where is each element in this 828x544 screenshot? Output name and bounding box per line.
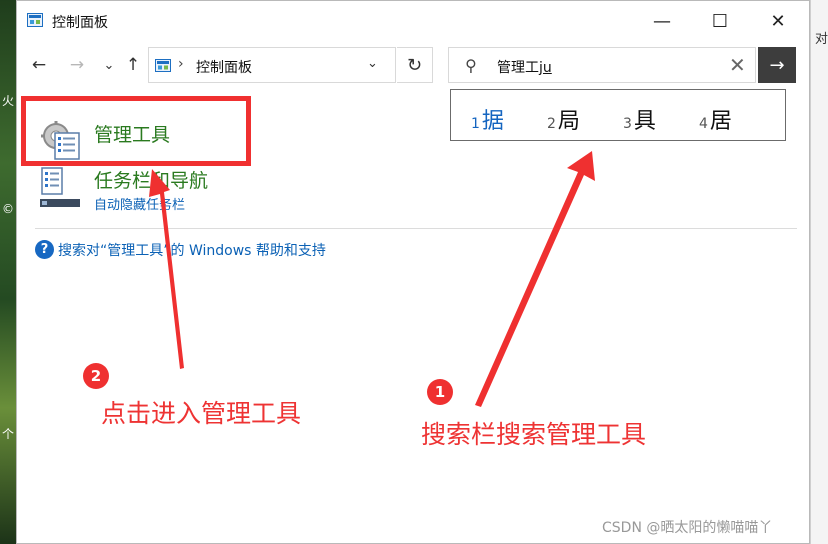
breadcrumb-chevron-icon[interactable]: › — [178, 56, 184, 72]
ime-candidate-text: 居 — [709, 109, 732, 134]
watermark: CSDN @晒太阳的懒喵喵丫 — [602, 520, 773, 536]
ime-candidate-number: 4 — [699, 116, 708, 132]
ime-candidate-text: 局 — [557, 109, 580, 134]
ime-candidate[interactable]: 2局 — [547, 103, 580, 135]
annotation-step1-text: 搜索栏搜索管理工具 — [421, 420, 647, 449]
control-panel-icon — [155, 59, 171, 72]
help-icon: ? — [35, 240, 54, 259]
address-bar[interactable]: › 控制面板 ⌄ — [148, 47, 396, 83]
recent-locations-button[interactable]: ⌄ — [97, 53, 121, 77]
search-box[interactable]: ⚲ 管理工ju ✕ — [448, 47, 756, 83]
control-panel-window: 控制面板 — ☐ ✕ ← → ⌄ ↑ › 控制面板 ⌄ ↻ ⚲ 管理工ju ✕ … — [16, 0, 810, 544]
annotation-arrow-step1 — [475, 151, 595, 407]
window-title: 控制面板 — [52, 15, 108, 31]
clear-search-button[interactable]: ✕ — [729, 53, 746, 77]
annotation-step2-text: 点击进入管理工具 — [101, 399, 302, 428]
search-query-text: 管理工 — [497, 60, 539, 76]
ime-candidate-number: 2 — [547, 116, 556, 132]
ime-candidate[interactable]: 4居 — [699, 103, 732, 135]
result-administrative-tools-link[interactable]: 管理工具 — [94, 120, 170, 147]
background-window-text: 对 — [815, 32, 828, 47]
search-go-button[interactable]: → — [758, 47, 796, 83]
ime-candidate-number: 1 — [471, 116, 480, 132]
result-auto-hide-taskbar-link[interactable]: 自动隐藏任务栏 — [94, 194, 185, 213]
ime-candidate[interactable]: 1据 — [471, 103, 504, 135]
taskbar-navigation-icon[interactable] — [39, 167, 81, 209]
annotation-step2-badge: 2 — [83, 363, 109, 389]
close-button[interactable]: ✕ — [755, 1, 801, 41]
forward-button[interactable]: → — [65, 53, 89, 77]
ime-candidate-number: 3 — [623, 116, 632, 132]
ime-candidate-window: 1据 2局 3具 4居 — [450, 89, 786, 141]
breadcrumb-control-panel[interactable]: 控制面板 — [196, 57, 252, 77]
ime-candidate-text: 据 — [481, 109, 504, 134]
result-taskbar-navigation-link[interactable]: 任务栏和导航 — [94, 166, 208, 193]
refresh-button[interactable]: ↻ — [397, 47, 433, 83]
desktop-background-left: 火 © 个 — [0, 0, 16, 544]
help-search-link[interactable]: 搜索对“管理工具”的 Windows 帮助和支持 — [58, 240, 326, 260]
up-button[interactable]: ↑ — [121, 53, 145, 77]
ime-candidate[interactable]: 3具 — [623, 103, 656, 135]
ime-composition-text: ju — [539, 60, 552, 76]
background-window-edge: 对 — [810, 0, 828, 544]
address-dropdown-button[interactable]: ⌄ — [367, 56, 378, 71]
search-icon: ⚲ — [465, 56, 477, 75]
annotation-step1-badge: 1 — [427, 379, 453, 405]
ime-candidate-text: 具 — [633, 109, 656, 134]
minimize-button[interactable]: — — [639, 1, 685, 41]
administrative-tools-icon[interactable] — [39, 119, 83, 161]
title-bar[interactable]: 控制面板 — ☐ ✕ — [17, 1, 811, 41]
desktop-edge-glyph: © — [2, 202, 14, 216]
back-button[interactable]: ← — [27, 53, 51, 77]
desktop-edge-glyph: 个 — [2, 427, 15, 441]
maximize-button[interactable]: ☐ — [697, 1, 743, 41]
control-panel-icon — [27, 13, 43, 27]
search-input[interactable]: 管理工ju — [497, 57, 552, 77]
desktop-edge-glyph: 火 — [2, 94, 15, 108]
divider — [35, 228, 797, 229]
